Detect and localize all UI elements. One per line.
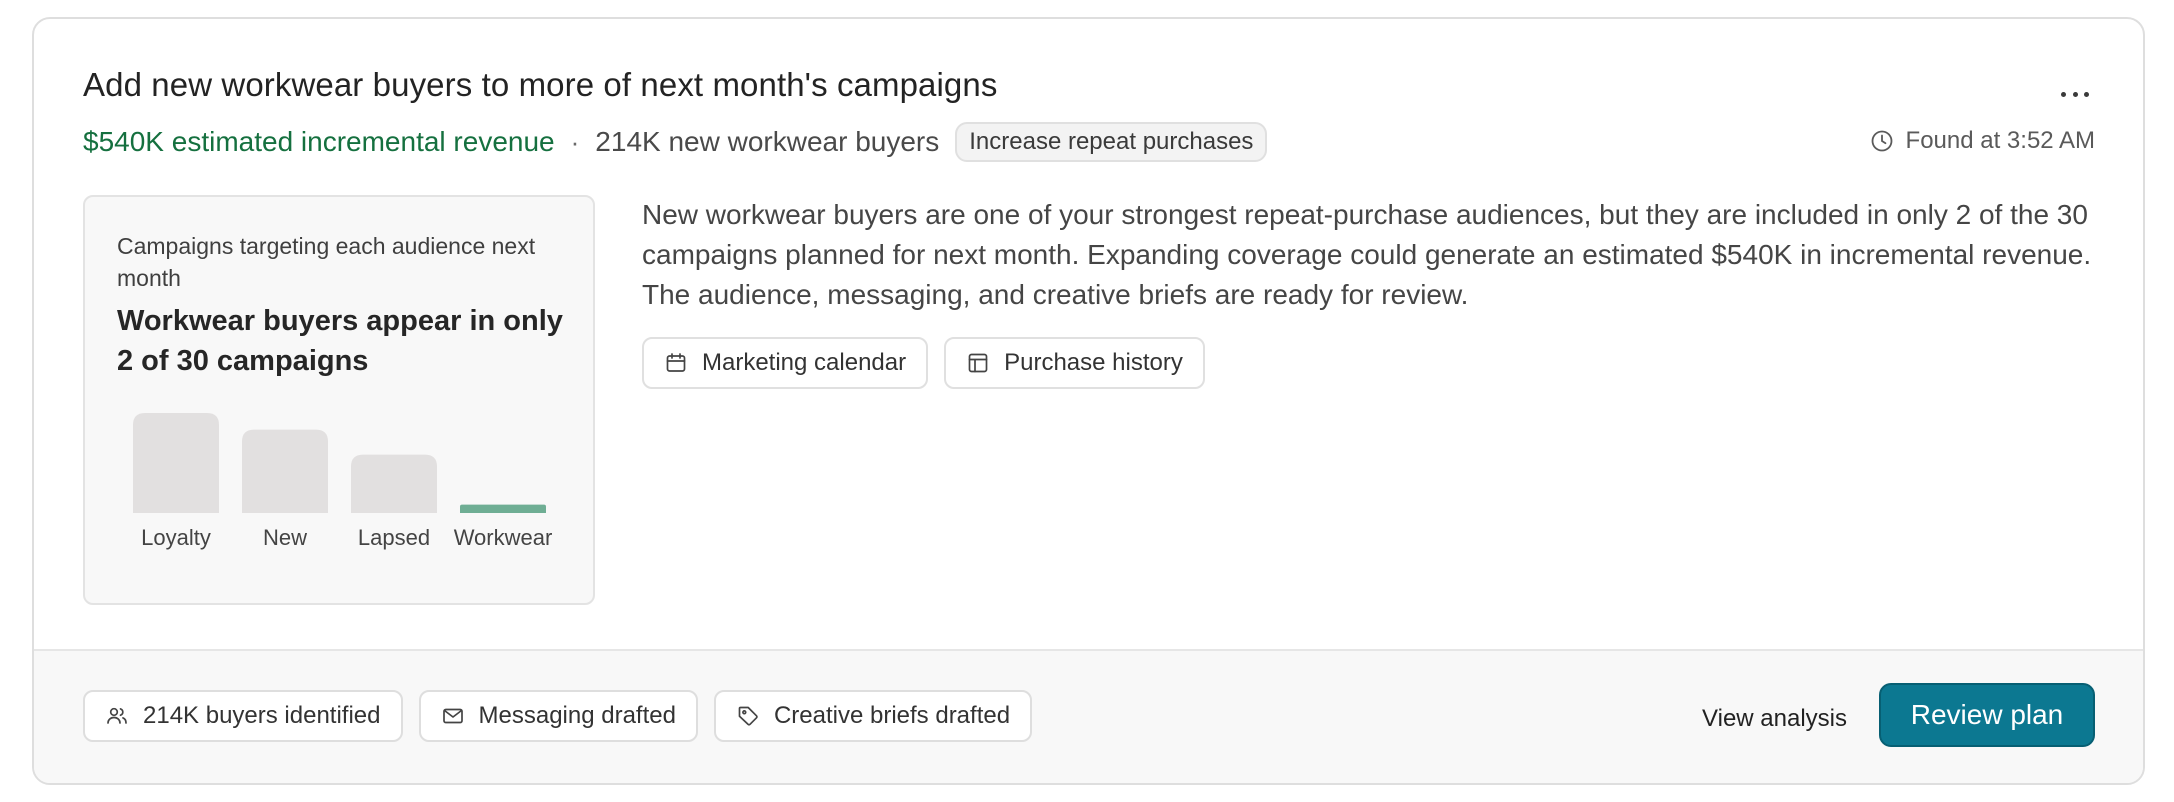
- source-label: Marketing calendar: [702, 349, 907, 376]
- tag-icon: [736, 704, 760, 728]
- goal-badge: Increase repeat purchases: [955, 122, 1268, 162]
- campaign-coverage-chart: Loyalty New Lapsed Workwear: [133, 413, 553, 550]
- source-label: Purchase history: [1004, 349, 1183, 376]
- found-timestamp: Found at 3:52 AM: [1870, 127, 2095, 155]
- status-label: 214K buyers identified: [143, 702, 381, 729]
- source-purchase-history[interactable]: Purchase history: [944, 337, 1205, 389]
- status-label: Creative briefs drafted: [773, 702, 1011, 729]
- status-messaging-drafted: Messaging drafted: [418, 690, 698, 742]
- revenue-estimate: $540K estimated incremental revenue: [83, 126, 555, 157]
- bar-workwear: [460, 504, 546, 513]
- insight-meta: $540K estimated incremental revenue · 21…: [83, 121, 1268, 163]
- mail-icon: [441, 704, 465, 728]
- meta-separator: ·: [570, 126, 580, 157]
- bar-label-new: New: [263, 525, 307, 550]
- status-list: 214K buyers identified Messaging drafted: [83, 690, 1033, 742]
- audience-chart-panel: Campaigns targeting each audience next m…: [83, 195, 595, 605]
- bar-label-workwear: Workwear: [454, 525, 553, 550]
- status-creative-briefs-drafted: Creative briefs drafted: [713, 690, 1033, 742]
- insight-description: New workwear buyers are one of your stro…: [642, 199, 2092, 310]
- view-analysis-button[interactable]: View analysis: [1702, 699, 1847, 739]
- bar-new: [242, 429, 328, 513]
- bar-label-lapsed: Lapsed: [358, 525, 430, 550]
- source-list: Marketing calendar Purchase history: [642, 337, 1205, 389]
- status-label: Messaging drafted: [478, 702, 676, 729]
- found-time-label: Found at 3:52 AM: [1905, 127, 2095, 154]
- bar-loyalty: [133, 413, 219, 513]
- bar-label-loyalty: Loyalty: [141, 525, 211, 550]
- clock-icon: [1870, 129, 1894, 153]
- audience-size: 214K new workwear buyers: [595, 126, 940, 157]
- insight-card: Add new workwear buyers to more of next …: [32, 17, 2145, 785]
- source-marketing-calendar[interactable]: Marketing calendar: [642, 337, 929, 389]
- calendar-icon: [664, 351, 688, 375]
- table-icon: [966, 351, 990, 375]
- more-options-button[interactable]: [2055, 79, 2095, 109]
- bar-lapsed: [351, 454, 437, 513]
- insight-title: Add new workwear buyers to more of next …: [83, 66, 998, 103]
- users-icon: [105, 704, 129, 728]
- card-footer: 214K buyers identified Messaging drafted: [34, 649, 2143, 783]
- more-horizontal-icon: [2061, 91, 2066, 97]
- status-buyers-identified: 214K buyers identified: [83, 690, 403, 742]
- review-plan-button[interactable]: Review plan: [1879, 683, 2095, 747]
